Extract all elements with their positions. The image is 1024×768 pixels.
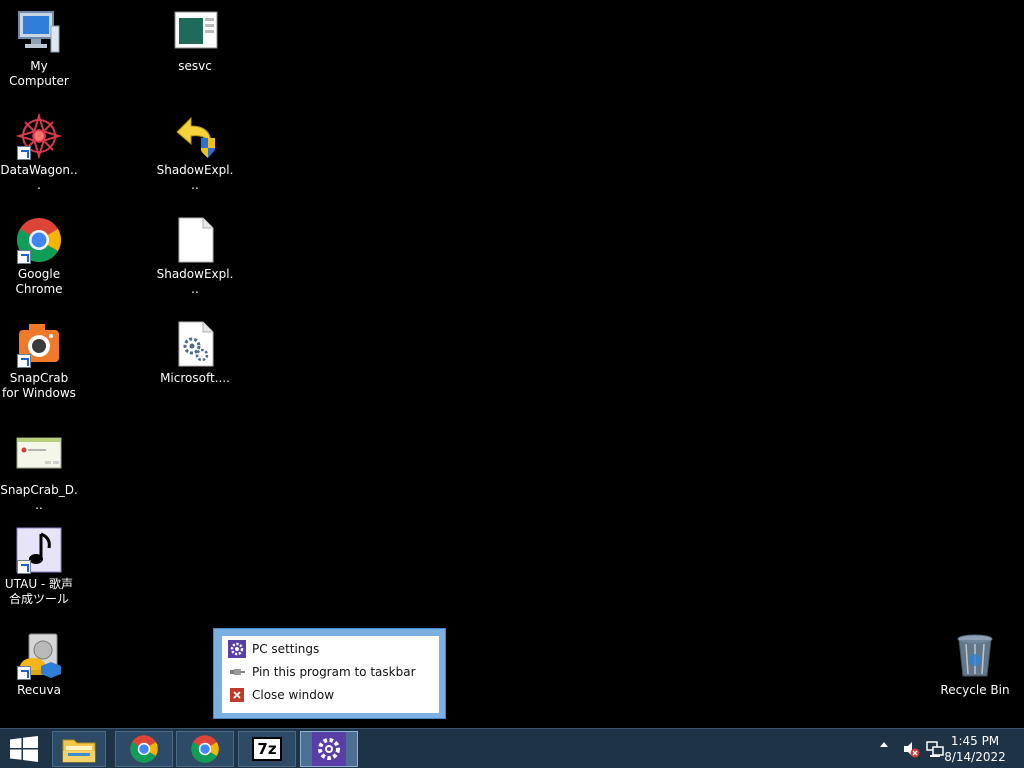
recuva-desktop-icon[interactable]: Recuva bbox=[0, 632, 78, 698]
my-computer-desktop-icon[interactable]: My Computer bbox=[0, 8, 78, 89]
document-icon bbox=[171, 216, 219, 264]
taskbar-jump-list: PC settings Pin this program to taskbar bbox=[213, 628, 446, 719]
chrome-icon bbox=[15, 216, 63, 264]
taskbar-chrome-button-1[interactable] bbox=[115, 731, 173, 767]
recuva-icon bbox=[15, 632, 63, 680]
taskbar-7zip-button[interactable]: 7z bbox=[238, 731, 296, 767]
desktop-icon-label: DataWagon... bbox=[0, 163, 78, 192]
system-tray: 1:45 PM 8/14/2022 bbox=[864, 729, 1024, 768]
desktop-icon-label: Google Chrome bbox=[15, 267, 63, 296]
microsoft-file-desktop-icon[interactable]: Microsoft.... bbox=[156, 320, 234, 386]
clock-date: 8/14/2022 bbox=[944, 750, 1006, 764]
datawagon-desktop-icon[interactable]: DataWagon... bbox=[0, 112, 78, 193]
desktop-icon-label: My Computer bbox=[9, 59, 69, 88]
shadowexplorer-desktop-icon[interactable]: ShadowExpl... bbox=[156, 112, 234, 193]
taskbar-pc-settings-button[interactable] bbox=[300, 731, 358, 767]
desktop-icon-label: ShadowExpl... bbox=[156, 267, 234, 296]
jumplist-item-label: Pin this program to taskbar bbox=[252, 665, 416, 679]
snapcrab-desktop-icon[interactable]: SnapCrab for Windows bbox=[0, 320, 78, 401]
desktop-icon-label: Recuva bbox=[17, 683, 61, 697]
pin-icon bbox=[228, 663, 246, 681]
chrome-icon bbox=[191, 735, 219, 763]
taskbar-clock[interactable]: 1:45 PM 8/14/2022 bbox=[940, 733, 1010, 765]
music-note-icon bbox=[15, 526, 63, 574]
settings-file-icon bbox=[171, 320, 219, 368]
jumplist-item-label: PC settings bbox=[252, 642, 320, 656]
gear-icon bbox=[228, 640, 246, 658]
desktop-icon-label: Microsoft.... bbox=[160, 371, 230, 385]
7zip-icon: 7z bbox=[252, 737, 282, 761]
clock-time: 1:45 PM bbox=[950, 734, 1000, 748]
windows-logo-icon bbox=[10, 736, 38, 762]
folder-icon bbox=[62, 739, 96, 763]
desktop-icon-label: ShadowExpl... bbox=[156, 163, 234, 192]
taskbar-file-explorer-button[interactable] bbox=[52, 731, 106, 767]
chrome-icon bbox=[130, 735, 158, 763]
shortcut-arrow-icon bbox=[17, 250, 31, 264]
shadowexplorer-file-desktop-icon[interactable]: ShadowExpl... bbox=[156, 216, 234, 297]
desktop-icon-label: Recycle Bin bbox=[940, 683, 1010, 697]
jumplist-item-close-window[interactable]: Close window bbox=[228, 685, 433, 705]
desktop-icon-label: SnapCrab for Windows bbox=[2, 371, 76, 400]
window-thumbnail-icon bbox=[171, 8, 219, 56]
show-hidden-icons-button[interactable] bbox=[880, 742, 888, 747]
desktop-icon-label: sesvc bbox=[178, 59, 212, 73]
shortcut-arrow-icon bbox=[17, 560, 31, 574]
jumplist-item-pc-settings[interactable]: PC settings bbox=[228, 639, 433, 659]
desktop-icon-label: UTAU - 歌声合成ツール bbox=[4, 577, 74, 606]
jumplist-item-pin-to-taskbar[interactable]: Pin this program to taskbar bbox=[228, 662, 433, 682]
utau-desktop-icon[interactable]: UTAU - 歌声合成ツール bbox=[0, 526, 78, 607]
shadowexplorer-icon bbox=[171, 112, 219, 160]
desktop[interactable]: My Computer DataWagon... Google Chrome S… bbox=[0, 0, 1024, 728]
shortcut-arrow-icon bbox=[17, 354, 31, 368]
computer-icon bbox=[15, 8, 63, 56]
gear-icon bbox=[312, 732, 346, 766]
start-button[interactable] bbox=[0, 729, 48, 768]
jump-list-body: PC settings Pin this program to taskbar bbox=[222, 636, 439, 713]
taskbar: 7z 1:45 PM 8/14/2022 bbox=[0, 728, 1024, 768]
shortcut-arrow-icon bbox=[17, 666, 31, 680]
7zip-icon-text: 7z bbox=[257, 740, 277, 758]
taskbar-chrome-button-2[interactable] bbox=[176, 731, 234, 767]
recycle-bin-desktop-icon[interactable]: Recycle Bin bbox=[936, 632, 1014, 698]
jumplist-item-label: Close window bbox=[252, 688, 335, 702]
recycle-bin-icon bbox=[951, 632, 999, 680]
sesvc-desktop-icon[interactable]: sesvc bbox=[156, 8, 234, 74]
camera-icon bbox=[15, 320, 63, 368]
snapcrab-file-desktop-icon[interactable]: SnapCrab_D... bbox=[0, 432, 78, 513]
datawagon-icon bbox=[15, 112, 63, 160]
desktop-icon-label: SnapCrab_D... bbox=[0, 483, 78, 512]
screenshot-thumbnail-icon bbox=[15, 432, 63, 480]
volume-muted-icon[interactable] bbox=[902, 740, 920, 762]
close-icon bbox=[228, 686, 246, 704]
shortcut-arrow-icon bbox=[17, 146, 31, 160]
google-chrome-desktop-icon[interactable]: Google Chrome bbox=[0, 216, 78, 297]
